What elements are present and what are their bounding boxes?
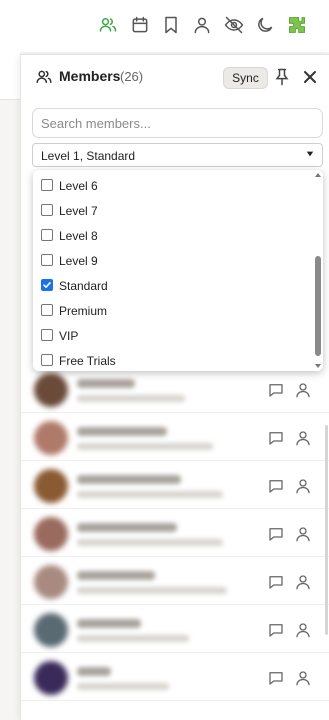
checkbox[interactable] (41, 329, 53, 341)
hide-icon[interactable] (222, 13, 246, 37)
member-name (77, 427, 167, 436)
member-row[interactable] (21, 653, 329, 701)
dropdown-scrollbar[interactable] (313, 170, 323, 371)
option-level-8[interactable]: Level 8 (33, 223, 313, 248)
extension-icon[interactable] (285, 13, 309, 37)
member-details (77, 587, 227, 594)
option-level-6[interactable]: Level 6 (33, 173, 313, 198)
check-icon (43, 282, 51, 288)
member-name (77, 475, 181, 484)
member-name (77, 619, 141, 628)
option-label: Free Trials (59, 354, 116, 368)
option-label: Premium (59, 304, 108, 318)
panel-title: Members (59, 68, 121, 84)
option-label: Level 8 (59, 229, 98, 243)
member-row[interactable] (21, 413, 329, 461)
calendar-icon[interactable] (128, 13, 152, 37)
bookmark-icon[interactable] (159, 13, 183, 37)
checkbox[interactable] (41, 229, 53, 241)
member-name (77, 523, 177, 532)
message-icon[interactable] (267, 477, 285, 495)
option-label: Level 7 (59, 204, 98, 218)
level-filter-select[interactable]: Level 1, Standard (32, 143, 323, 167)
search-input[interactable] (32, 108, 323, 138)
panel-scrollbar[interactable] (325, 425, 328, 635)
member-row[interactable] (21, 461, 329, 509)
option-standard[interactable]: Standard (33, 273, 313, 298)
profile-icon[interactable] (294, 477, 312, 495)
profile-icon[interactable] (294, 621, 312, 639)
avatar (34, 565, 68, 599)
message-icon[interactable] (267, 573, 285, 591)
avatar (34, 517, 68, 551)
message-icon[interactable] (267, 429, 285, 447)
select-value: Level 1, Standard (41, 149, 136, 163)
message-icon[interactable] (267, 525, 285, 543)
avatar (34, 469, 68, 503)
member-row[interactable] (21, 365, 329, 413)
top-toolbar (0, 0, 329, 52)
checkbox[interactable] (41, 304, 53, 316)
member-name (77, 571, 155, 580)
option-label: Level 9 (59, 254, 98, 268)
close-icon[interactable] (300, 67, 320, 87)
avatar (34, 373, 68, 407)
option-vip[interactable]: VIP (33, 323, 313, 348)
option-level-7[interactable]: Level 7 (33, 198, 313, 223)
avatar (34, 421, 68, 455)
scrollbar-thumb[interactable] (315, 256, 321, 356)
profile-icon[interactable] (294, 573, 312, 591)
message-icon[interactable] (267, 621, 285, 639)
sync-button[interactable]: Sync (223, 67, 268, 89)
members-panel: Members (26) Sync Level 1, Standard Leve… (20, 54, 329, 720)
pin-icon[interactable] (272, 67, 292, 87)
checkbox[interactable] (41, 204, 53, 216)
option-free-trials[interactable]: Free Trials (33, 348, 313, 371)
member-count: (26) (120, 69, 144, 84)
checkbox-checked[interactable] (41, 279, 53, 291)
member-row[interactable] (21, 509, 329, 557)
background-content (0, 52, 20, 100)
profile-icon[interactable] (294, 525, 312, 543)
scroll-up-icon[interactable] (315, 172, 321, 178)
profile-icon[interactable] (190, 13, 214, 37)
profile-icon[interactable] (294, 381, 312, 399)
avatar (34, 613, 68, 647)
member-row[interactable] (21, 557, 329, 605)
level-filter-options: Level 6 Level 7 Level 8 Level 9 Standard… (33, 170, 323, 371)
checkbox[interactable] (41, 354, 53, 366)
member-details (77, 635, 189, 642)
option-label: Level 6 (59, 179, 98, 193)
option-label: VIP (59, 329, 79, 343)
members-icon[interactable] (96, 13, 120, 37)
message-icon[interactable] (267, 669, 285, 687)
checkbox[interactable] (41, 254, 53, 266)
member-row[interactable] (21, 605, 329, 653)
option-premium[interactable]: Premium (33, 298, 313, 323)
option-label: Standard (59, 279, 108, 293)
checkbox[interactable] (41, 179, 53, 191)
profile-icon[interactable] (294, 669, 312, 687)
avatar (34, 661, 68, 695)
profile-icon[interactable] (294, 429, 312, 447)
members-icon (36, 70, 52, 83)
dropdown-arrow-icon (306, 151, 314, 157)
option-level-9[interactable]: Level 9 (33, 248, 313, 273)
scroll-down-icon[interactable] (315, 363, 321, 369)
panel-header: Members (26) Sync (21, 55, 329, 99)
member-details (77, 443, 213, 450)
member-details (77, 539, 223, 546)
message-icon[interactable] (267, 381, 285, 399)
member-name (77, 667, 111, 676)
member-name (77, 379, 135, 388)
member-details (77, 395, 185, 402)
member-details (77, 683, 169, 690)
member-details (77, 491, 223, 498)
dark-mode-icon[interactable] (253, 13, 277, 37)
